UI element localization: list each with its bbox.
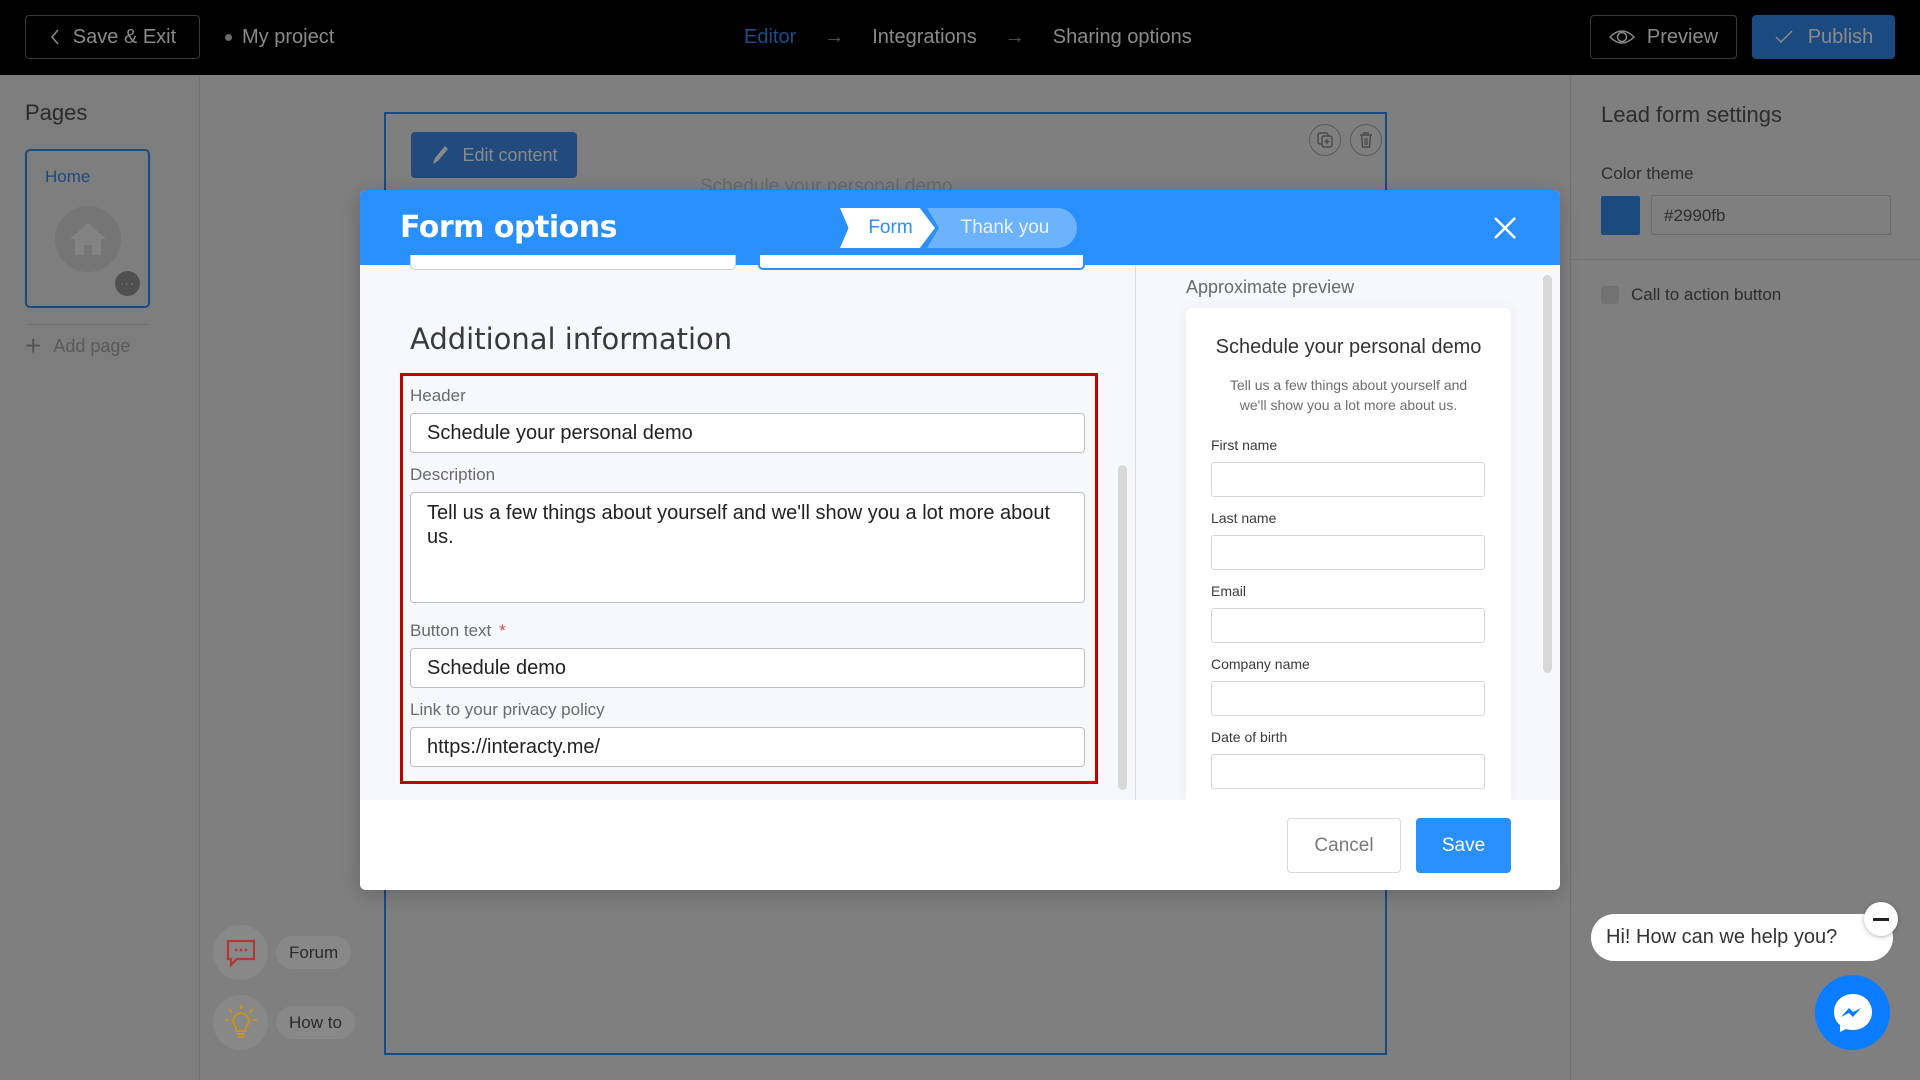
preview-description: Tell us a few things about yourself and … xyxy=(1229,377,1468,413)
preview-title: Schedule your personal demo xyxy=(1215,336,1482,358)
check-icon xyxy=(1775,30,1793,44)
pencil-icon xyxy=(433,146,449,164)
publish-label: Publish xyxy=(1807,25,1874,48)
modal-body: Additional information Header Schedule y… xyxy=(360,255,1560,800)
tab-form[interactable]: Form xyxy=(840,208,935,248)
duplicate-icon[interactable] xyxy=(1309,124,1341,156)
cta-toggle[interactable]: Call to action button xyxy=(1601,285,1781,305)
howto-link[interactable]: How to xyxy=(213,995,355,1050)
arrow-right-icon: → xyxy=(1004,26,1025,48)
messenger-icon[interactable] xyxy=(1815,975,1890,1050)
cancel-button[interactable]: Cancel xyxy=(1287,818,1401,873)
save-exit-button[interactable]: Save & Exit xyxy=(25,15,200,59)
description-label: Description xyxy=(410,465,496,484)
step-editor[interactable]: Editor xyxy=(744,26,796,49)
preview-button[interactable]: Preview xyxy=(1590,15,1737,59)
privacy-label: Link to your privacy policy xyxy=(410,700,605,719)
arrow-right-icon: → xyxy=(824,26,845,48)
forum-link[interactable]: Forum xyxy=(213,925,352,980)
eye-icon xyxy=(1608,30,1635,44)
form-scrollbar[interactable] xyxy=(1118,465,1127,790)
modal-header: Form options Form Thank you xyxy=(360,190,1560,265)
chevron-left-icon xyxy=(50,29,59,45)
edit-content-label: Edit content xyxy=(462,144,558,165)
home-icon xyxy=(55,206,121,272)
pages-title: Pages xyxy=(25,100,88,125)
modal-footer: Cancel Save xyxy=(360,800,1560,890)
divider xyxy=(1135,265,1136,800)
status-dot-icon xyxy=(225,34,232,41)
cta-label: Call to action button xyxy=(1631,285,1782,304)
more-options-icon[interactable]: ··· xyxy=(115,271,140,296)
tab-thank-you[interactable]: Thank you xyxy=(927,208,1077,248)
divider xyxy=(1571,259,1920,260)
preview-field-label: Company name xyxy=(1211,656,1310,672)
chat-greeting[interactable]: Hi! How can we help you? xyxy=(1591,914,1893,961)
preview-field-input xyxy=(1211,608,1485,643)
lightbulb-icon xyxy=(213,995,268,1050)
preview-scrollbar[interactable] xyxy=(1543,275,1552,673)
modal-title: Form options xyxy=(400,210,617,245)
preview-field-input xyxy=(1211,462,1485,497)
step-navigation: Editor → Integrations → Sharing options xyxy=(744,26,1192,49)
project-name[interactable]: My project xyxy=(225,26,334,49)
color-hex-input[interactable]: #2990fb xyxy=(1651,195,1891,235)
form-preview: Schedule your personal demo Tell us a fe… xyxy=(1186,308,1511,800)
description-textarea[interactable]: Tell us a few things about yourself and … xyxy=(410,492,1085,603)
button-text-label: Button text * xyxy=(410,621,506,641)
divider xyxy=(28,324,148,325)
publish-button[interactable]: Publish xyxy=(1752,15,1895,59)
settings-title: Lead form settings xyxy=(1601,102,1782,127)
section-title: Additional information xyxy=(410,322,733,356)
minimize-icon[interactable] xyxy=(1864,902,1898,936)
input-field[interactable] xyxy=(410,255,736,270)
edit-content-button[interactable]: Edit content xyxy=(411,132,577,178)
color-theme-label: Color theme xyxy=(1601,164,1694,183)
button-text-label-text: Button text xyxy=(410,621,492,640)
input-field[interactable] xyxy=(758,255,1085,270)
howto-label: How to xyxy=(276,1006,355,1039)
project-name-label: My project xyxy=(242,26,335,48)
header-label: Header xyxy=(410,386,466,405)
trash-icon[interactable] xyxy=(1350,124,1382,156)
preview-field-input xyxy=(1211,681,1485,716)
preview-label: Preview xyxy=(1646,25,1719,48)
page-card-home[interactable]: Home ··· xyxy=(25,149,150,308)
privacy-link-input[interactable]: https://interacty.me/ xyxy=(410,727,1085,767)
preview-field-label: First name xyxy=(1211,437,1278,453)
chat-bubble-icon xyxy=(213,925,268,980)
button-text-input[interactable]: Schedule demo xyxy=(410,648,1085,688)
preview-field-label: Date of birth xyxy=(1211,729,1288,745)
add-page-label: Add page xyxy=(53,335,131,356)
add-page-button[interactable]: + Add page xyxy=(25,330,130,362)
step-integrations[interactable]: Integrations xyxy=(872,26,977,49)
plus-icon: + xyxy=(25,330,42,361)
form-options-modal: Form options Form Thank you Additional i… xyxy=(360,190,1560,890)
preview-field-label: Email xyxy=(1211,583,1247,599)
step-sharing-options[interactable]: Sharing options xyxy=(1053,26,1192,49)
header-input[interactable]: Schedule your personal demo xyxy=(410,413,1085,453)
preview-label: Approximate preview xyxy=(1186,277,1355,297)
save-button[interactable]: Save xyxy=(1416,818,1511,873)
checkbox[interactable] xyxy=(1601,286,1619,304)
required-marker: * xyxy=(499,621,506,640)
color-swatch[interactable] xyxy=(1601,196,1640,235)
preview-field-label: Last name xyxy=(1211,510,1277,526)
close-icon[interactable] xyxy=(1492,215,1518,241)
forum-label: Forum xyxy=(276,936,352,969)
save-exit-label: Save & Exit xyxy=(72,25,177,48)
page-label: Home xyxy=(45,167,91,186)
preview-field-input xyxy=(1211,754,1485,789)
preview-field-input xyxy=(1211,535,1485,570)
